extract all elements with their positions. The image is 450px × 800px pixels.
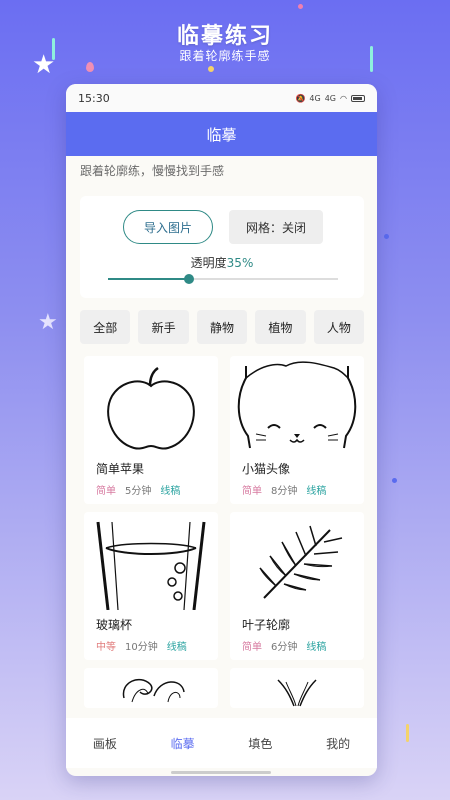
battery-icon [351, 94, 365, 102]
opacity-slider[interactable] [108, 274, 338, 284]
template-meta: 简单 8分钟 线稿 [242, 482, 326, 497]
glass-sketch-icon [96, 521, 206, 610]
duration-label: 10分钟 [125, 642, 158, 653]
plant-sketch-icon [277, 679, 317, 707]
silent-icon: 🔕 [295, 93, 306, 103]
app-title: 临摹 [66, 112, 377, 156]
filter-beginner[interactable]: 新手 [138, 310, 189, 344]
import-image-button[interactable]: 导入图片 [123, 210, 213, 244]
status-bar: 15:30 🔕 4G 4G ◠ [66, 84, 377, 112]
duration-label: 5分钟 [125, 486, 152, 497]
type-label: 线稿 [160, 486, 181, 497]
status-time: 15:30 [78, 91, 110, 105]
bottom-tab-bar: 画板 临摹 填色 我的 [66, 718, 377, 768]
difficulty-label: 简单 [96, 486, 116, 497]
template-name: 叶子轮廓 [242, 618, 291, 632]
network-icon: 4G [324, 93, 337, 103]
template-name: 玻璃杯 [96, 618, 133, 632]
template-card[interactable] [230, 668, 364, 708]
difficulty-label: 中等 [96, 642, 116, 653]
filter-people[interactable]: 人物 [313, 310, 365, 344]
template-card[interactable]: 玻璃杯 中等 10分钟 线稿 [84, 512, 218, 660]
opacity-value: 35% [226, 256, 254, 270]
bar-decoration [370, 46, 373, 72]
template-meta: 简单 5分钟 线稿 [96, 482, 180, 497]
apple-sketch-icon [107, 366, 195, 450]
filter-chips: 全部 新手 静物 植物 人物 [80, 310, 365, 344]
template-name: 简单苹果 [96, 462, 145, 476]
page-subtitle: 跟着轮廓练，慢慢找到手感 [80, 164, 225, 178]
home-indicator [171, 771, 271, 774]
bar-decoration [52, 38, 55, 60]
opacity-text: 透明度 [190, 256, 227, 270]
type-label: 线稿 [306, 642, 327, 653]
tab-trace[interactable]: 临摹 [144, 735, 222, 752]
status-icons: 🔕 4G 4G ◠ [295, 94, 365, 103]
type-label: 线稿 [166, 642, 187, 653]
template-card[interactable] [84, 668, 218, 708]
wifi-icon: ◠ [340, 93, 347, 103]
type-label: 线稿 [306, 486, 327, 497]
tab-profile[interactable]: 我的 [299, 735, 377, 752]
duration-label: 6分钟 [271, 642, 298, 653]
promo-subtitle: 跟着轮廓练手感 [179, 49, 271, 63]
dot-decoration [392, 478, 397, 483]
difficulty-label: 简单 [242, 642, 262, 653]
template-meta: 中等 10分钟 线稿 [96, 638, 187, 653]
filter-still-life[interactable]: 静物 [196, 310, 248, 344]
swirl-sketch-icon [122, 678, 185, 703]
opacity-slider-fill [108, 278, 189, 280]
dot-decoration [208, 66, 214, 72]
bar-decoration [406, 724, 409, 742]
dot-decoration [298, 4, 303, 9]
dot-decoration [86, 62, 94, 72]
template-card[interactable]: 简单苹果 简单 5分钟 线稿 [84, 356, 218, 504]
opacity-slider-thumb[interactable] [183, 274, 194, 284]
tools-card: 导入图片 网格：关闭 透明度35% [80, 196, 364, 298]
duration-label: 8分钟 [271, 486, 298, 497]
dot-decoration [384, 234, 389, 239]
filter-plants[interactable]: 植物 [255, 310, 306, 344]
template-meta: 简单 6分钟 线稿 [242, 638, 326, 653]
template-card[interactable]: 叶子轮廓 简单 6分钟 线稿 [230, 512, 364, 660]
phone-screen: 15:30 🔕 4G 4G ◠ 临摹 跟着轮廓练，慢慢找到手感 导入图片 网格：… [66, 84, 377, 776]
network-icon: 4G [309, 93, 321, 103]
grid-toggle-button[interactable]: 网格：关闭 [229, 210, 323, 244]
template-card[interactable]: 小猫头像 简单 8分钟 线稿 [230, 356, 364, 504]
star-icon: ★ [38, 310, 58, 335]
promo-title: 临摹练习 [176, 24, 273, 49]
opacity-label: 透明度35% [80, 254, 364, 271]
difficulty-label: 简单 [242, 486, 262, 497]
leaf-sketch-icon [259, 525, 343, 599]
template-name: 小猫头像 [242, 462, 291, 476]
tab-coloring[interactable]: 填色 [222, 735, 300, 752]
filter-all[interactable]: 全部 [80, 310, 131, 344]
tab-canvas[interactable]: 画板 [66, 735, 144, 752]
cat-sketch-icon [237, 361, 357, 449]
